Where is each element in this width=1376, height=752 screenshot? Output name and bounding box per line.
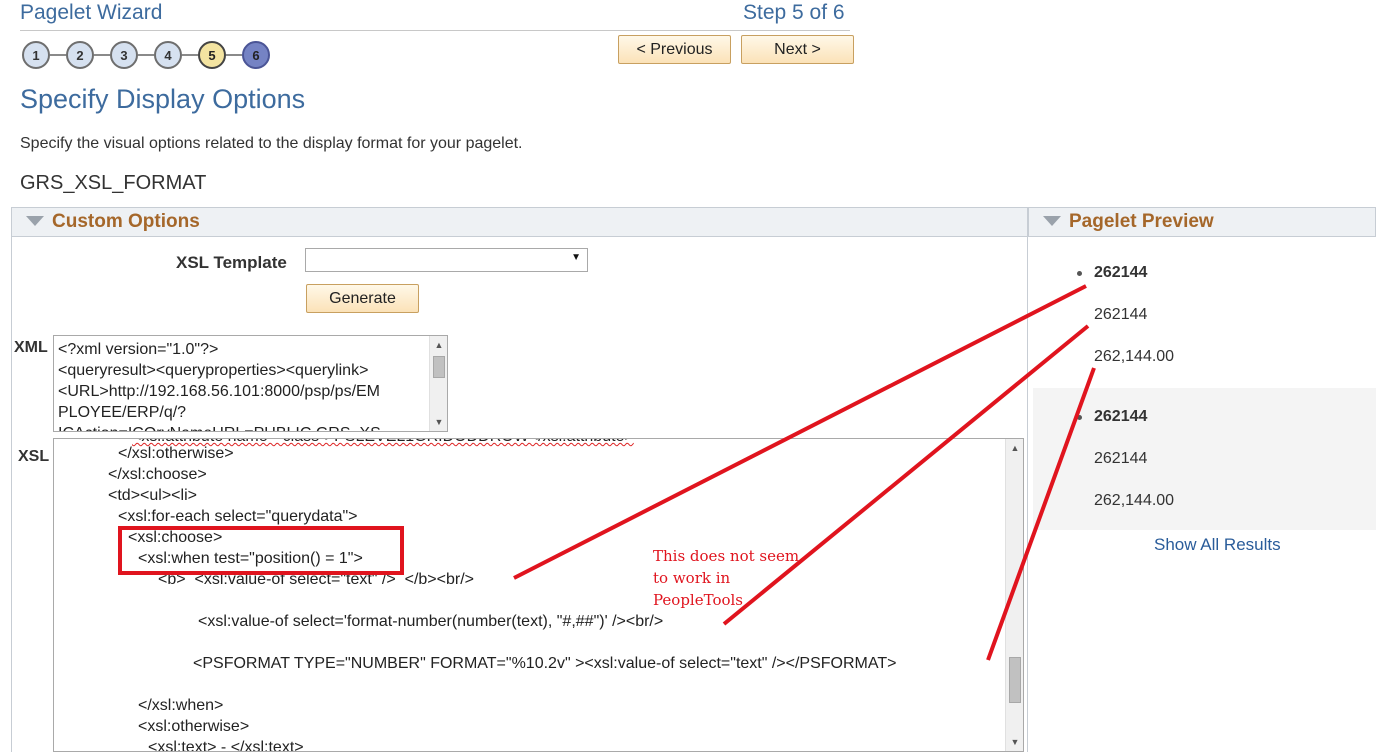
xsl-textarea[interactable]: <xsl:attribute name="class">PSLEVEL1GRID… bbox=[53, 438, 1024, 752]
xml-line: ICAction=ICQryNameURL=PUBLIC.GRS_XS bbox=[58, 423, 428, 431]
step-connector bbox=[50, 54, 66, 56]
page-description: Specify the visual options related to th… bbox=[20, 135, 523, 152]
bullet-icon bbox=[1077, 415, 1082, 420]
xsl-label: XSL bbox=[18, 448, 50, 465]
next-button[interactable]: Next > bbox=[741, 35, 854, 64]
preview-value-formatted: 262,144.00 bbox=[1094, 348, 1175, 365]
xsl-line: <PSFORMAT TYPE="NUMBER" FORMAT="%10.2v" … bbox=[193, 655, 897, 672]
xsl-template-label: XSL Template bbox=[176, 253, 287, 272]
xml-label: XML bbox=[14, 339, 48, 356]
xsl-line: </xsl:choose> bbox=[108, 466, 207, 483]
pagelet-preview-title: Pagelet Preview bbox=[1069, 211, 1214, 232]
collapse-triangle-icon[interactable] bbox=[1043, 216, 1061, 226]
step-2-circle[interactable]: 2 bbox=[66, 41, 94, 69]
xsl-template-select[interactable]: ▼ bbox=[305, 248, 588, 272]
page-title: Specify Display Options bbox=[20, 84, 306, 114]
panel-divider bbox=[1027, 237, 1028, 752]
xml-line: <queryresult><queryproperties><querylink… bbox=[58, 362, 369, 379]
preview-row-band bbox=[1033, 388, 1376, 530]
xsl-line: <xsl:value-of select='format-number(numb… bbox=[198, 613, 664, 630]
previous-button[interactable]: < Previous bbox=[618, 35, 731, 64]
xml-scroll-thumb[interactable] bbox=[433, 356, 445, 378]
xml-line: PLOYEE/ERP/q/? bbox=[58, 404, 187, 421]
xsl-line: <xsl:text> - </xsl:text> bbox=[148, 739, 304, 752]
scroll-up-icon[interactable]: ▲ bbox=[1006, 441, 1023, 455]
preview-value-formatted: 262,144.00 bbox=[1094, 492, 1175, 509]
step-1-circle[interactable]: 1 bbox=[22, 41, 50, 69]
annotation-note-line: This does not seem bbox=[653, 547, 800, 565]
scroll-down-icon[interactable]: ▼ bbox=[430, 415, 447, 429]
custom-options-border bbox=[11, 237, 12, 752]
preview-value-plain: 262144 bbox=[1094, 450, 1148, 467]
scroll-down-icon[interactable]: ▼ bbox=[1006, 735, 1023, 749]
preview-value-plain: 262144 bbox=[1094, 306, 1148, 323]
step-progress-chain: 1 2 3 4 5 6 bbox=[22, 40, 274, 70]
step-4-circle[interactable]: 4 bbox=[154, 41, 182, 69]
xsl-line: <xsl:otherwise> bbox=[138, 718, 250, 735]
step-5-circle-current: 5 bbox=[198, 41, 226, 69]
collapse-triangle-icon[interactable] bbox=[26, 216, 44, 226]
xsl-line: <xsl:for-each select="querydata"> bbox=[118, 508, 358, 525]
xsl-line: </xsl:otherwise> bbox=[118, 445, 234, 462]
bullet-icon bbox=[1077, 271, 1082, 276]
custom-options-header[interactable]: Custom Options bbox=[11, 207, 1028, 237]
step-connector bbox=[182, 54, 198, 56]
step-connector bbox=[138, 54, 154, 56]
annotation-highlight-box bbox=[118, 526, 404, 575]
show-all-results-link[interactable]: Show All Results bbox=[1154, 535, 1281, 555]
pagelet-preview-header[interactable]: Pagelet Preview bbox=[1027, 207, 1376, 237]
xml-textarea[interactable]: <?xml version="1.0"?> <queryresult><quer… bbox=[53, 335, 448, 432]
preview-value-bold: 262144 bbox=[1094, 408, 1148, 425]
xsl-line: </xsl:when> bbox=[138, 697, 224, 714]
pagelet-name: GRS_XSL_FORMAT bbox=[20, 172, 207, 194]
step-connector bbox=[226, 54, 242, 56]
xml-line: <?xml version="1.0"?> bbox=[58, 341, 219, 358]
annotation-note: This does not seem to work in PeopleTool… bbox=[653, 545, 833, 611]
step-3-circle[interactable]: 3 bbox=[110, 41, 138, 69]
step-connector bbox=[94, 54, 110, 56]
xml-scrollbar[interactable]: ▲ ▼ bbox=[429, 336, 447, 431]
wizard-title: Pagelet Wizard bbox=[20, 1, 163, 24]
header-divider bbox=[20, 30, 850, 31]
annotation-note-line: PeopleTools bbox=[653, 591, 743, 609]
annotation-note-line: to work in bbox=[653, 569, 731, 587]
xsl-scroll-thumb[interactable] bbox=[1009, 657, 1021, 703]
xsl-line: <td><ul><li> bbox=[108, 487, 197, 504]
preview-value-bold: 262144 bbox=[1094, 264, 1148, 281]
custom-options-title: Custom Options bbox=[52, 211, 200, 232]
xml-line: <URL>http://192.168.56.101:8000/psp/ps/E… bbox=[58, 383, 381, 400]
generate-button[interactable]: Generate bbox=[306, 284, 419, 313]
step-6-circle[interactable]: 6 bbox=[242, 41, 270, 69]
step-indicator-text: Step 5 of 6 bbox=[743, 1, 845, 24]
xsl-scrollbar[interactable]: ▲ ▼ bbox=[1005, 439, 1023, 751]
dropdown-arrow-icon[interactable]: ▼ bbox=[571, 252, 581, 263]
scroll-up-icon[interactable]: ▲ bbox=[430, 338, 447, 352]
